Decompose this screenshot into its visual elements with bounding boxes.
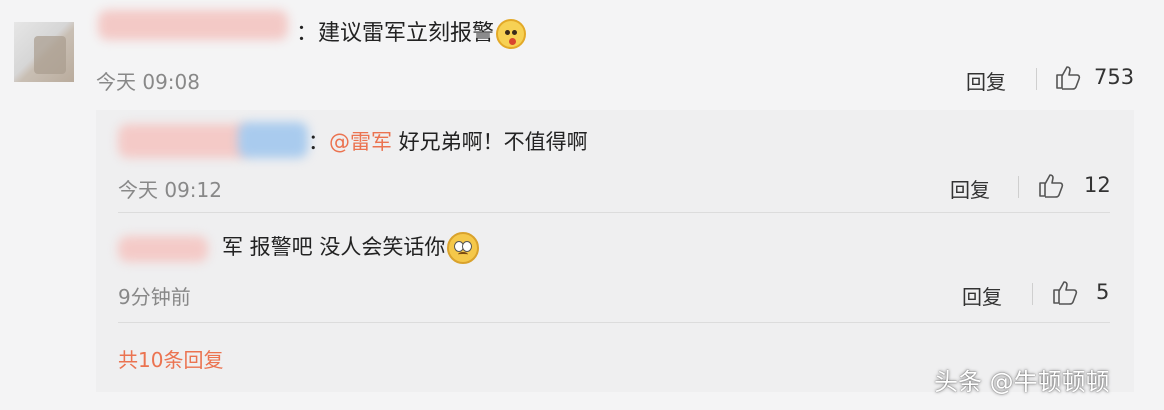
- watermark: 头条 @牛顿顿顿: [934, 368, 1110, 396]
- reply-button[interactable]: 回复: [966, 66, 1006, 95]
- blurred-username[interactable]: [98, 10, 288, 40]
- divider: [1018, 176, 1019, 198]
- blurred-username[interactable]: [118, 124, 248, 158]
- dog-face-icon: [496, 19, 527, 49]
- avatar-image: [34, 36, 66, 74]
- more-replies-link[interactable]: 共10条回复: [118, 344, 223, 373]
- avatar[interactable]: [14, 22, 74, 82]
- reply-body: 军 报警吧 没人会笑话你: [222, 235, 446, 259]
- mention-link[interactable]: @雷军: [329, 130, 392, 154]
- thumbs-up-icon[interactable]: [1054, 63, 1082, 91]
- comment-time: 今天 09:08: [96, 70, 200, 94]
- pleading-face-icon: [447, 232, 480, 264]
- reply-body: 好兄弟啊！不值得啊: [392, 130, 588, 154]
- divider: [1036, 68, 1037, 90]
- reply-prefix: ：: [308, 130, 329, 154]
- reply-time: 9分钟前: [118, 285, 191, 309]
- like-count: 753: [1094, 65, 1135, 89]
- reply-button[interactable]: 回复: [950, 174, 990, 203]
- like-count: 5: [1096, 280, 1110, 304]
- thumbs-up-icon[interactable]: [1051, 278, 1079, 306]
- blurred-username-tail: [238, 122, 308, 158]
- like-count: 12: [1084, 173, 1111, 197]
- divider: [1032, 283, 1033, 305]
- blurred-username[interactable]: [118, 236, 208, 262]
- reply-text: 军 报警吧 没人会笑话你: [222, 232, 480, 264]
- reply-time: 今天 09:12: [118, 178, 222, 202]
- comment-text: ：建议雷军立刻报警: [296, 18, 527, 50]
- reply-button[interactable]: 回复: [962, 281, 1002, 310]
- separator: [118, 322, 1110, 323]
- separator: [118, 212, 1110, 213]
- reply-text: ：@雷军 好兄弟啊！不值得啊: [308, 127, 588, 157]
- thumbs-up-icon[interactable]: [1037, 171, 1065, 199]
- comment-body: ：建议雷军立刻报警: [296, 21, 495, 46]
